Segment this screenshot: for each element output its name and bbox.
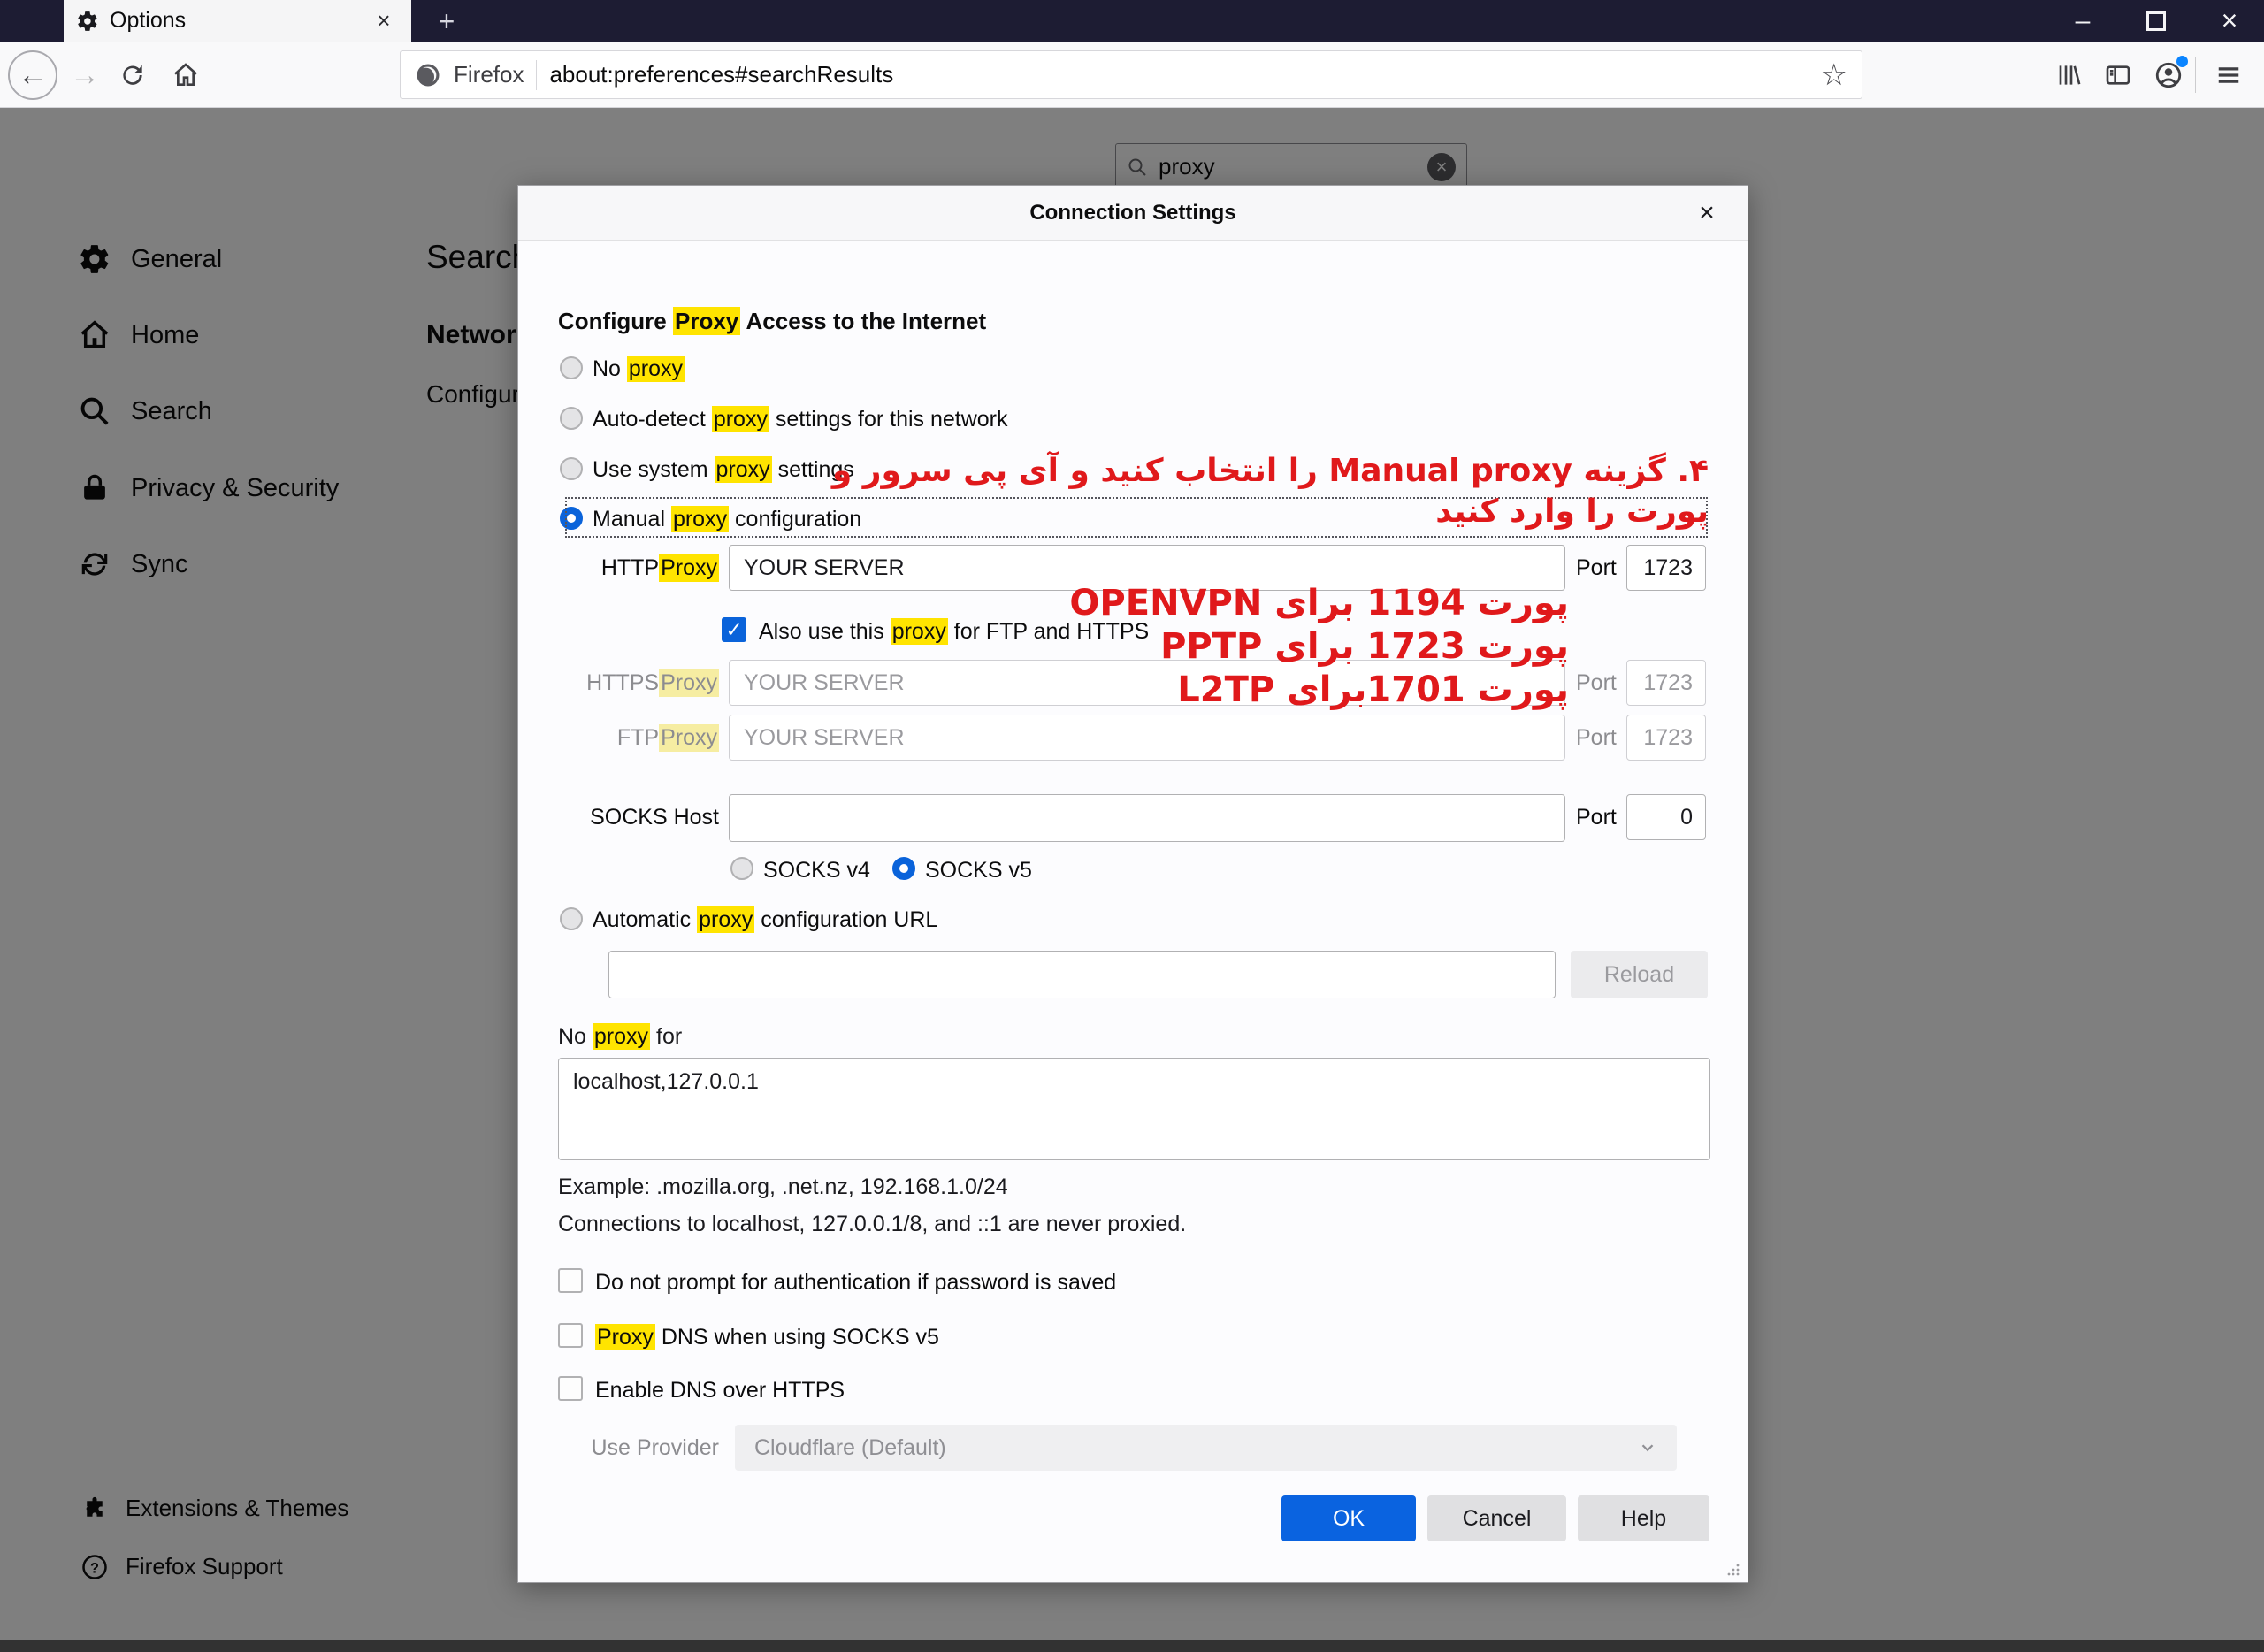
annotation-select-manual-proxy: ۴. گزینه Manual proxy را انتخاب کنید و آ… bbox=[832, 451, 1709, 532]
chevron-down-icon bbox=[1638, 1438, 1657, 1457]
ftp-proxy-label: FTP Proxy bbox=[558, 715, 719, 761]
annotation-port-numbers: پورت 1194 برای OPENVPN پورت 1723 برای PP… bbox=[1069, 582, 1569, 712]
auto-url-input[interactable] bbox=[608, 951, 1556, 998]
radio-use-system-label[interactable]: Use system proxy settings bbox=[593, 457, 854, 483]
use-provider-label: Use Provider bbox=[558, 1425, 719, 1471]
bookmark-star-icon[interactable]: ☆ bbox=[1821, 57, 1847, 93]
http-port-input[interactable] bbox=[1626, 545, 1706, 591]
example-text: Example: .mozilla.org, .net.nz, 192.168.… bbox=[558, 1174, 1008, 1200]
account-notification-dot bbox=[2176, 56, 2188, 67]
window-minimize-button[interactable]: – bbox=[2054, 0, 2111, 42]
url-bar[interactable]: Firefox about:preferences#searchResults … bbox=[400, 50, 1862, 99]
radio-no-proxy[interactable] bbox=[560, 356, 583, 379]
http-proxy-label: HTTP Proxy bbox=[558, 545, 719, 591]
highlighted-term: Proxy bbox=[673, 307, 740, 335]
gear-icon bbox=[76, 10, 99, 33]
radio-socks-v4[interactable] bbox=[730, 857, 753, 880]
proxy-dns-label[interactable]: Proxy DNS when using SOCKS v5 bbox=[595, 1325, 939, 1350]
forward-button[interactable]: → bbox=[60, 50, 110, 100]
firefox-logo-icon bbox=[415, 62, 441, 88]
library-button[interactable] bbox=[2046, 54, 2089, 96]
reload-icon bbox=[119, 61, 147, 89]
connection-settings-dialog: Connection Settings × Configure Proxy Ac… bbox=[517, 185, 1748, 1583]
ok-button[interactable]: OK bbox=[1281, 1495, 1416, 1541]
maximize-icon bbox=[2146, 11, 2166, 31]
radio-socks-v5-label[interactable]: SOCKS v5 bbox=[925, 858, 1032, 883]
help-button[interactable]: Help bbox=[1578, 1495, 1709, 1541]
https-port-label: Port bbox=[1576, 660, 1617, 706]
tab-close-icon[interactable]: × bbox=[369, 7, 399, 34]
radio-auto-url-label[interactable]: Automatic proxy configuration URL bbox=[593, 907, 937, 933]
home-icon bbox=[172, 61, 200, 89]
socks-port-label: Port bbox=[1576, 794, 1617, 840]
no-prompt-auth-label[interactable]: Do not prompt for authentication if pass… bbox=[595, 1270, 1116, 1296]
never-proxied-text: Connections to localhost, 127.0.0.1/8, a… bbox=[558, 1212, 1186, 1237]
radio-auto-url[interactable] bbox=[560, 907, 583, 930]
check-icon: ✓ bbox=[725, 618, 742, 642]
proxy-config-heading: Configure Proxy Access to the Internet bbox=[558, 308, 986, 335]
window-maximize-button[interactable] bbox=[2128, 0, 2184, 42]
dns-over-https-checkbox[interactable] bbox=[558, 1376, 583, 1401]
http-port-label: Port bbox=[1576, 545, 1617, 591]
new-tab-button[interactable]: + bbox=[426, 5, 467, 37]
radio-use-system[interactable] bbox=[560, 457, 583, 480]
sidebar-toggle-button[interactable] bbox=[2097, 54, 2139, 96]
radio-auto-detect[interactable] bbox=[560, 407, 583, 430]
urlbar-divider bbox=[536, 60, 537, 90]
provider-value: Cloudflare (Default) bbox=[754, 1435, 946, 1461]
firefox-label: Firefox bbox=[454, 61, 524, 88]
also-use-proxy-checkbox[interactable]: ✓ bbox=[722, 617, 746, 642]
reload-button[interactable] bbox=[108, 50, 157, 100]
menu-button[interactable] bbox=[2207, 54, 2250, 96]
tab-options[interactable]: Options × bbox=[64, 0, 411, 42]
resize-grip[interactable] bbox=[1726, 1563, 1740, 1577]
hamburger-icon bbox=[2215, 62, 2242, 88]
url-text[interactable]: about:preferences#searchResults bbox=[549, 61, 1808, 88]
radio-no-proxy-label[interactable]: No proxy bbox=[593, 356, 685, 382]
ftp-port-label: Port bbox=[1576, 715, 1617, 761]
socks-host-input[interactable] bbox=[729, 794, 1565, 842]
reload-proxy-button: Reload bbox=[1571, 951, 1708, 998]
dns-over-https-label[interactable]: Enable DNS over HTTPS bbox=[595, 1378, 845, 1403]
taskbar-edge bbox=[0, 1640, 2264, 1652]
sidebar-icon bbox=[2104, 61, 2132, 89]
account-button[interactable] bbox=[2147, 54, 2190, 96]
dialog-close-button[interactable]: × bbox=[1689, 198, 1725, 228]
tab-title: Options bbox=[110, 8, 358, 34]
radio-auto-detect-label[interactable]: Auto-detect proxy settings for this netw… bbox=[593, 407, 1008, 432]
preferences-page: Search Networ Configur × General Home Se… bbox=[0, 108, 2264, 1652]
browser-window: Options × + – × ← → Firefox about:prefer… bbox=[0, 0, 2264, 1652]
https-port-input bbox=[1626, 660, 1706, 706]
navigation-toolbar: ← → Firefox about:preferences#searchResu… bbox=[0, 42, 2264, 108]
ftp-port-input bbox=[1626, 715, 1706, 761]
dialog-header: Connection Settings bbox=[518, 186, 1748, 241]
radio-socks-v4-label[interactable]: SOCKS v4 bbox=[763, 858, 870, 883]
dialog-title: Connection Settings bbox=[1029, 201, 1235, 226]
https-proxy-label: HTTPS Proxy bbox=[558, 660, 719, 706]
ftp-proxy-input bbox=[729, 715, 1565, 761]
no-proxy-for-textarea[interactable]: localhost,127.0.0.1 bbox=[558, 1058, 1710, 1160]
radio-socks-v5[interactable] bbox=[892, 857, 915, 880]
provider-dropdown: Cloudflare (Default) bbox=[735, 1425, 1677, 1471]
socks-port-input[interactable] bbox=[1626, 794, 1706, 840]
cancel-button[interactable]: Cancel bbox=[1427, 1495, 1566, 1541]
no-proxy-for-label: No proxy for bbox=[558, 1024, 682, 1050]
no-prompt-auth-checkbox[interactable] bbox=[558, 1268, 583, 1293]
socks-host-label: SOCKS Host bbox=[558, 794, 719, 840]
window-close-button[interactable]: × bbox=[2201, 0, 2258, 42]
library-icon bbox=[2054, 61, 2082, 89]
back-button[interactable]: ← bbox=[8, 50, 57, 100]
home-button[interactable] bbox=[161, 50, 210, 100]
toolbar-divider bbox=[2195, 57, 2196, 93]
tab-bar: Options × + – × bbox=[0, 0, 2264, 42]
proxy-dns-checkbox[interactable] bbox=[558, 1323, 583, 1348]
